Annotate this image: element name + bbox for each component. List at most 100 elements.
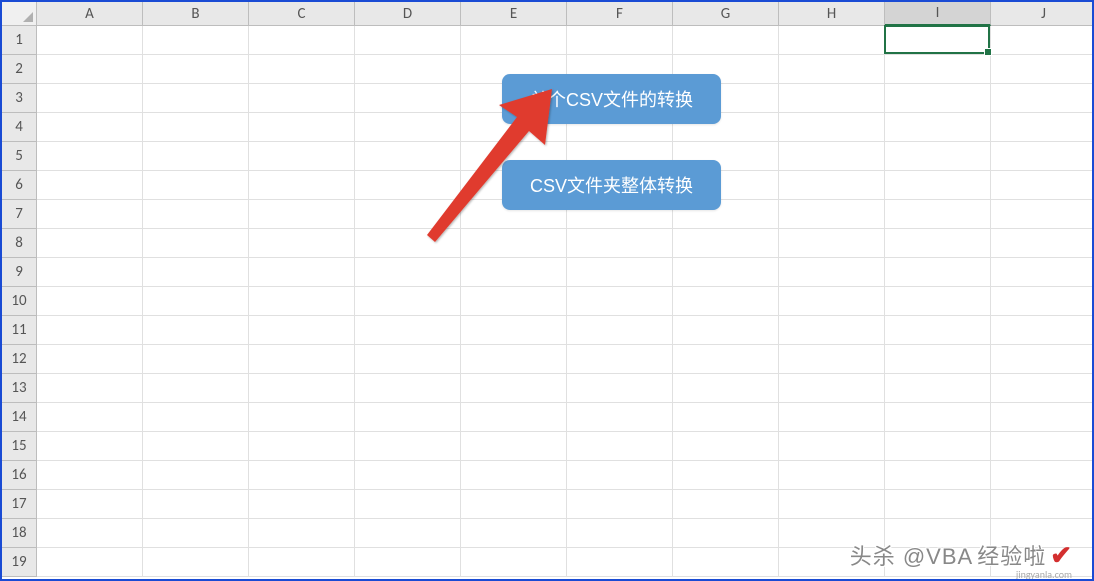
column-header-C[interactable]: C (249, 2, 355, 26)
cell-E17[interactable] (461, 490, 567, 519)
cell-D2[interactable] (355, 55, 461, 84)
column-header-F[interactable]: F (567, 2, 673, 26)
cell-F9[interactable] (567, 258, 673, 287)
cell-D3[interactable] (355, 84, 461, 113)
cell-E18[interactable] (461, 519, 567, 548)
cell-B11[interactable] (143, 316, 249, 345)
cell-C10[interactable] (249, 287, 355, 316)
cell-F1[interactable] (567, 26, 673, 55)
cell-B1[interactable] (143, 26, 249, 55)
cell-D7[interactable] (355, 200, 461, 229)
cell-I7[interactable] (885, 200, 991, 229)
cell-D19[interactable] (355, 548, 461, 577)
cell-D14[interactable] (355, 403, 461, 432)
cell-A7[interactable] (37, 200, 143, 229)
cell-B13[interactable] (143, 374, 249, 403)
cell-A13[interactable] (37, 374, 143, 403)
cell-G17[interactable] (673, 490, 779, 519)
cell-D18[interactable] (355, 519, 461, 548)
cell-J9[interactable] (991, 258, 1094, 287)
cell-B10[interactable] (143, 287, 249, 316)
cell-J5[interactable] (991, 142, 1094, 171)
cell-G10[interactable] (673, 287, 779, 316)
cell-I17[interactable] (885, 490, 991, 519)
cell-G14[interactable] (673, 403, 779, 432)
cell-D11[interactable] (355, 316, 461, 345)
cell-A8[interactable] (37, 229, 143, 258)
cell-H8[interactable] (779, 229, 885, 258)
cell-B4[interactable] (143, 113, 249, 142)
cell-D12[interactable] (355, 345, 461, 374)
cell-E19[interactable] (461, 548, 567, 577)
cell-C16[interactable] (249, 461, 355, 490)
cell-E10[interactable] (461, 287, 567, 316)
cell-A2[interactable] (37, 55, 143, 84)
cell-H9[interactable] (779, 258, 885, 287)
column-header-J[interactable]: J (991, 2, 1094, 26)
cell-I15[interactable] (885, 432, 991, 461)
cell-D10[interactable] (355, 287, 461, 316)
cell-H5[interactable] (779, 142, 885, 171)
cell-F13[interactable] (567, 374, 673, 403)
cell-J10[interactable] (991, 287, 1094, 316)
row-header-16[interactable]: 16 (2, 461, 37, 490)
cell-B19[interactable] (143, 548, 249, 577)
cell-H16[interactable] (779, 461, 885, 490)
cell-I19[interactable] (885, 548, 991, 577)
cell-J2[interactable] (991, 55, 1094, 84)
cell-J14[interactable] (991, 403, 1094, 432)
column-header-G[interactable]: G (673, 2, 779, 26)
row-header-8[interactable]: 8 (2, 229, 37, 258)
cell-H13[interactable] (779, 374, 885, 403)
row-header-13[interactable]: 13 (2, 374, 37, 403)
cell-J15[interactable] (991, 432, 1094, 461)
cell-E14[interactable] (461, 403, 567, 432)
cell-F18[interactable] (567, 519, 673, 548)
cell-B17[interactable] (143, 490, 249, 519)
cell-A17[interactable] (37, 490, 143, 519)
cell-J12[interactable] (991, 345, 1094, 374)
row-header-4[interactable]: 4 (2, 113, 37, 142)
cell-H7[interactable] (779, 200, 885, 229)
row-header-7[interactable]: 7 (2, 200, 37, 229)
cell-H4[interactable] (779, 113, 885, 142)
cell-J6[interactable] (991, 171, 1094, 200)
cell-A10[interactable] (37, 287, 143, 316)
cell-H15[interactable] (779, 432, 885, 461)
cell-D9[interactable] (355, 258, 461, 287)
cell-E1[interactable] (461, 26, 567, 55)
cell-D1[interactable] (355, 26, 461, 55)
cell-B2[interactable] (143, 55, 249, 84)
cell-C4[interactable] (249, 113, 355, 142)
row-header-11[interactable]: 11 (2, 316, 37, 345)
cell-A5[interactable] (37, 142, 143, 171)
cell-I3[interactable] (885, 84, 991, 113)
cell-I6[interactable] (885, 171, 991, 200)
cell-B14[interactable] (143, 403, 249, 432)
select-all-corner[interactable] (2, 2, 37, 26)
cell-C15[interactable] (249, 432, 355, 461)
cell-J17[interactable] (991, 490, 1094, 519)
cell-J7[interactable] (991, 200, 1094, 229)
cell-H10[interactable] (779, 287, 885, 316)
cell-D13[interactable] (355, 374, 461, 403)
cell-A3[interactable] (37, 84, 143, 113)
cell-C12[interactable] (249, 345, 355, 374)
column-header-A[interactable]: A (37, 2, 143, 26)
cell-C5[interactable] (249, 142, 355, 171)
cell-F14[interactable] (567, 403, 673, 432)
cell-A11[interactable] (37, 316, 143, 345)
cell-A15[interactable] (37, 432, 143, 461)
cell-J1[interactable] (991, 26, 1094, 55)
cell-F8[interactable] (567, 229, 673, 258)
cell-B7[interactable] (143, 200, 249, 229)
cell-I4[interactable] (885, 113, 991, 142)
cell-B15[interactable] (143, 432, 249, 461)
column-header-B[interactable]: B (143, 2, 249, 26)
cell-D16[interactable] (355, 461, 461, 490)
cell-C11[interactable] (249, 316, 355, 345)
cell-E12[interactable] (461, 345, 567, 374)
row-header-9[interactable]: 9 (2, 258, 37, 287)
cell-I13[interactable] (885, 374, 991, 403)
folder-csv-convert-button[interactable]: CSV文件夹整体转换 (502, 160, 721, 210)
